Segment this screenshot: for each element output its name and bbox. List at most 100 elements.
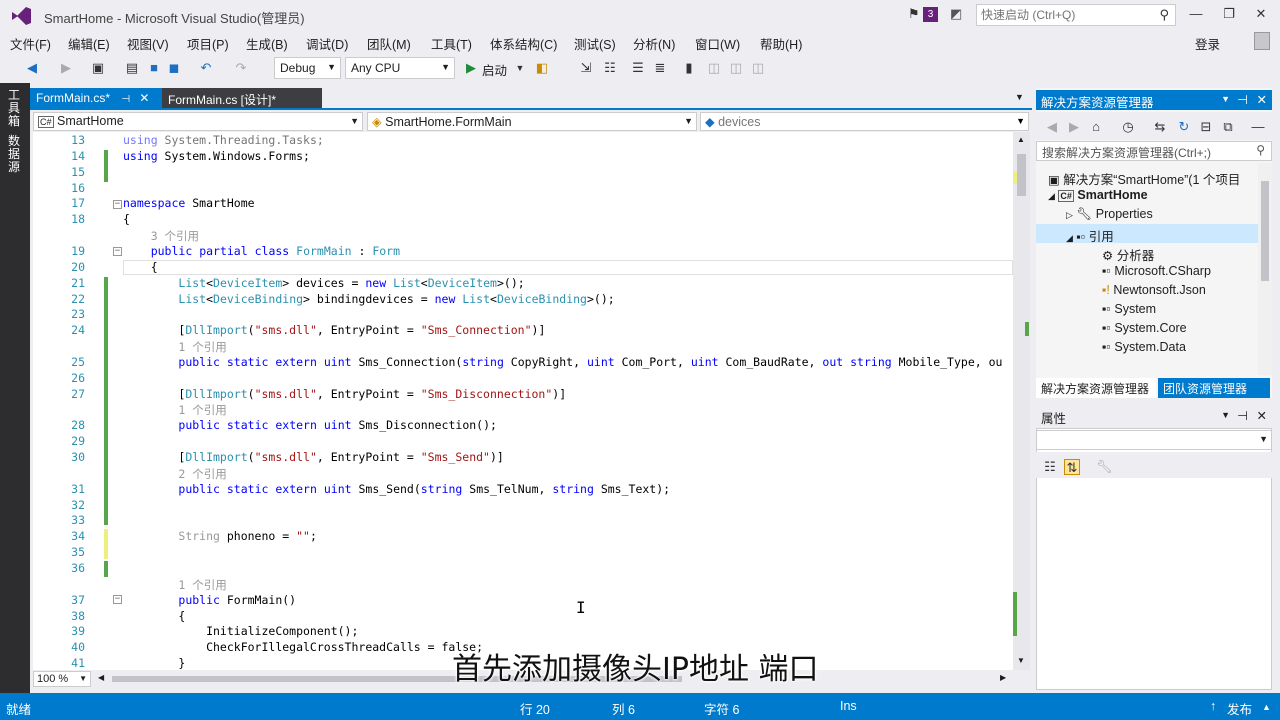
back-icon[interactable]: ◀ xyxy=(1044,119,1060,135)
redo-icon[interactable]: ↷ xyxy=(233,60,249,76)
feedback-icon[interactable]: ◩ xyxy=(950,6,962,22)
properties-object-dropdown[interactable]: ▼ xyxy=(1036,430,1272,450)
scroll-up-icon[interactable]: ▲ xyxy=(1017,135,1025,144)
tab-solution-explorer[interactable]: 解决方案资源管理器 xyxy=(1036,378,1156,398)
open-file-icon[interactable]: ▤ xyxy=(124,60,140,76)
scroll-down-icon[interactable]: ▼ xyxy=(1017,656,1025,665)
back-icon[interactable]: ◀ xyxy=(24,60,40,76)
login-link[interactable]: 登录 xyxy=(1195,34,1220,53)
scroll-right-icon[interactable]: ▶ xyxy=(1000,673,1006,682)
categorized-icon[interactable]: ☷ xyxy=(1042,459,1058,475)
tree-item-solution[interactable]: ▣ 解决方案“SmartHome”(1 个项目 xyxy=(1048,169,1240,188)
minimize-icon[interactable]: — xyxy=(1186,6,1206,24)
comment-icon[interactable]: ☰ xyxy=(630,60,646,76)
alphabetical-icon[interactable]: ⇅ xyxy=(1064,459,1080,475)
scroll-left-icon[interactable]: ◀ xyxy=(98,673,104,682)
close-icon[interactable]: ✕ xyxy=(1257,408,1267,423)
codelens-reference-count[interactable]: 1 个引用 xyxy=(123,339,226,355)
editor-vertical-scrollbar[interactable]: ▲ ▼ xyxy=(1013,132,1030,670)
codelens-reference-count[interactable]: 3 个引用 xyxy=(123,228,199,244)
tree-item-reference[interactable]: ▪▫ System.Core xyxy=(1102,321,1187,335)
tree-item-reference[interactable]: ▪▫ System.Data xyxy=(1102,340,1186,354)
chevron-up-icon[interactable]: ▲ xyxy=(1262,702,1271,712)
tree-item-project[interactable]: ◢ C# SmartHome xyxy=(1048,188,1148,202)
zoom-dropdown[interactable]: 100 % ▼ xyxy=(33,671,91,687)
home-icon[interactable]: ⌂ xyxy=(1088,119,1104,135)
codelens-reference-count[interactable]: 1 个引用 xyxy=(123,577,226,593)
new-project-icon[interactable]: ▣ xyxy=(90,60,106,76)
pin-icon[interactable]: ⊣ xyxy=(121,94,130,105)
toolbox-tab[interactable]: 工具箱 xyxy=(8,89,22,128)
menu-edit[interactable]: 编辑(E) xyxy=(68,34,110,53)
forward-icon[interactable]: ▶ xyxy=(58,60,74,76)
history-icon[interactable]: ◷ xyxy=(1120,119,1136,135)
outline-icon[interactable]: ☷ xyxy=(602,60,618,76)
configuration-dropdown[interactable]: Debug ▼ xyxy=(274,57,341,79)
tab-team-explorer[interactable]: 团队资源管理器 xyxy=(1158,378,1270,398)
fold-toggle[interactable]: − xyxy=(113,595,122,604)
collapse-all-icon[interactable]: ⊟ xyxy=(1198,119,1214,135)
chevron-down-icon[interactable]: ▼ xyxy=(1221,94,1230,104)
prev-bookmark-icon[interactable]: ◫ xyxy=(706,60,722,76)
tab-formmain-cs[interactable]: FormMain.cs* ⊣ ✕ xyxy=(30,88,162,108)
start-button[interactable]: 启动 xyxy=(482,60,507,79)
menu-build[interactable]: 生成(B) xyxy=(246,34,288,53)
menu-architecture[interactable]: 体系结构(C) xyxy=(490,34,557,53)
scroll-thumb[interactable] xyxy=(1261,181,1269,281)
tree-item-reference[interactable]: ▪! Newtonsoft.Json xyxy=(1102,283,1206,297)
member-dropdown[interactable]: ◆ devices ▼ xyxy=(700,112,1029,131)
show-all-files-icon[interactable]: ⧉ xyxy=(1220,119,1236,135)
close-icon[interactable]: ✕ xyxy=(1257,92,1267,107)
scroll-thumb[interactable] xyxy=(1017,154,1026,196)
publish-icon[interactable]: ↑ xyxy=(1210,699,1216,713)
pin-icon[interactable]: ⊣ xyxy=(1237,408,1248,423)
search-icon[interactable]: ⚲ xyxy=(1256,143,1265,157)
property-pages-icon[interactable]: 🔧︎ xyxy=(1096,459,1113,475)
step-icon[interactable]: ⇲ xyxy=(578,60,594,76)
codelens-reference-count[interactable]: 2 个引用 xyxy=(123,466,226,482)
menu-help[interactable]: 帮助(H) xyxy=(760,34,802,53)
notification-count-badge[interactable]: 3 xyxy=(923,7,938,22)
chevron-down-icon[interactable]: ▼ xyxy=(1221,410,1230,420)
platform-dropdown[interactable]: Any CPU ▼ xyxy=(345,57,455,79)
start-icon[interactable]: ▶ xyxy=(463,60,479,76)
publish-button[interactable]: 发布 xyxy=(1227,699,1252,718)
next-bookmark-icon[interactable]: ◫ xyxy=(728,60,744,76)
tree-item-reference[interactable]: ▪▫ Microsoft.CSharp xyxy=(1102,264,1211,278)
save-all-icon[interactable]: ◼ xyxy=(166,60,182,76)
browser-link-icon[interactable]: ◧ xyxy=(534,60,550,76)
menu-test[interactable]: 测试(S) xyxy=(574,34,616,53)
menu-debug[interactable]: 调试(D) xyxy=(306,34,348,53)
tree-item-reference[interactable]: ▪▫ System xyxy=(1102,302,1156,316)
pin-icon[interactable]: ⊣ xyxy=(1237,92,1248,107)
save-icon[interactable]: ■ xyxy=(146,60,162,76)
tree-item-properties[interactable]: ▷ 🔧︎ Properties xyxy=(1066,207,1153,222)
clear-bookmarks-icon[interactable]: ◫ xyxy=(750,60,766,76)
bookmark-icon[interactable]: ▮ xyxy=(681,60,697,76)
uncomment-icon[interactable]: ≣ xyxy=(652,60,668,76)
close-icon[interactable]: ✕ xyxy=(139,91,149,105)
fold-toggle[interactable]: − xyxy=(113,200,122,209)
forward-icon[interactable]: ▶ xyxy=(1066,119,1082,135)
menu-file[interactable]: 文件(F) xyxy=(10,34,51,53)
code-editor[interactable]: − − − 13 using System.Threading.Tasks; 14 u… xyxy=(33,132,1013,670)
tree-item-analyzers[interactable]: ⚙ 分析器 xyxy=(1102,245,1154,264)
tab-overflow-icon[interactable]: ▼ xyxy=(1015,92,1024,102)
menu-team[interactable]: 团队(M) xyxy=(367,34,411,53)
codelens-reference-count[interactable]: 1 个引用 xyxy=(123,402,226,418)
tab-formmain-designer[interactable]: FormMain.cs [设计]* xyxy=(162,88,322,108)
menu-window[interactable]: 窗口(W) xyxy=(695,34,740,53)
fold-toggle[interactable]: − xyxy=(113,247,122,256)
account-icon[interactable] xyxy=(1254,32,1270,50)
project-dropdown[interactable]: C# SmartHome ▼ xyxy=(33,112,363,131)
menu-analyze[interactable]: 分析(N) xyxy=(633,34,675,53)
quick-launch[interactable]: ⚲ xyxy=(976,4,1176,26)
class-dropdown[interactable]: ◈ SmartHome.FormMain ▼ xyxy=(367,112,697,131)
close-icon[interactable]: ✕ xyxy=(1251,6,1271,24)
tree-item-references[interactable]: ◢ ▪▫ 引用 xyxy=(1036,224,1272,244)
refresh-icon[interactable]: ↻ xyxy=(1176,119,1192,135)
search-icon[interactable]: ⚲ xyxy=(1159,7,1169,23)
menu-tools[interactable]: 工具(T) xyxy=(431,34,472,53)
sync-icon[interactable]: ⇆ xyxy=(1152,119,1168,135)
undo-icon[interactable]: ↶ xyxy=(198,60,214,76)
